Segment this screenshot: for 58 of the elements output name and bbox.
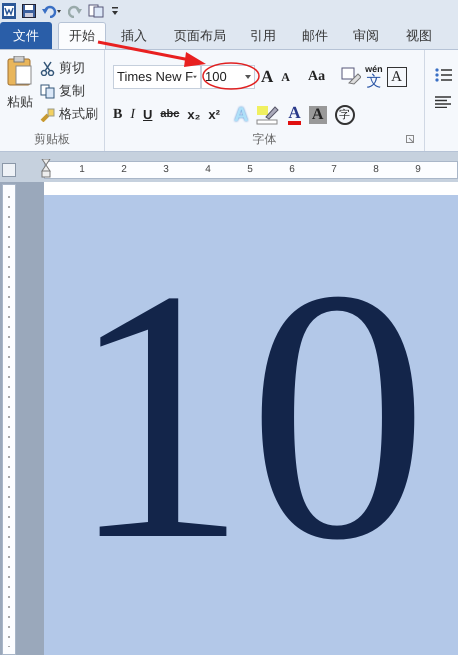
subscript-button[interactable]: x₂ xyxy=(187,104,200,124)
dropdown-caret-icon[interactable] xyxy=(193,74,197,79)
phonetic-guide-button[interactable]: wén 文 xyxy=(365,64,383,89)
strikethrough-button[interactable]: abc xyxy=(160,106,180,123)
scissors-icon[interactable] xyxy=(40,60,55,76)
ruler-number: 8 xyxy=(372,163,380,177)
dialog-launcher-icon[interactable] xyxy=(406,135,414,143)
tab-selector-button[interactable] xyxy=(2,162,16,176)
ruler-number: 9 xyxy=(414,163,422,177)
indent-marker-icon[interactable] xyxy=(41,158,51,178)
change-case-button[interactable]: Aa xyxy=(306,66,328,88)
annotation-ellipse xyxy=(202,62,260,90)
enclose-characters-button[interactable]: 字 xyxy=(334,104,355,124)
ruler-number: 3 xyxy=(162,163,170,177)
word-logo-icon[interactable] xyxy=(2,3,16,19)
ruler-number: 2 xyxy=(120,163,128,177)
ribbon-tab[interactable]: 引用 xyxy=(238,22,288,49)
underline-button[interactable]: U xyxy=(143,104,152,124)
clear-formatting-icon[interactable] xyxy=(341,66,362,87)
font-name-field[interactable]: Times New F xyxy=(113,64,201,89)
font-size-field[interactable]: 100 xyxy=(201,64,255,89)
ruler-number: 5 xyxy=(246,163,254,177)
align-left-icon[interactable] xyxy=(435,96,451,108)
cut-button[interactable]: 剪切 xyxy=(40,58,98,78)
paste-button[interactable]: 粘贴 xyxy=(0,56,40,130)
ruler-number: 1 xyxy=(78,163,86,177)
ribbon-tab[interactable]: 邮件 xyxy=(288,22,342,49)
ribbon-tab[interactable]: 插入 xyxy=(106,22,162,49)
ruler-number: 4 xyxy=(204,163,212,177)
save-icon[interactable] xyxy=(22,4,36,18)
group-label: 字体 xyxy=(252,131,276,148)
bullet-list-icon[interactable] xyxy=(435,68,453,82)
file-tab[interactable]: 文件 xyxy=(0,22,52,49)
dropdown-caret-icon[interactable] xyxy=(245,74,251,79)
character-border-button[interactable]: A xyxy=(386,66,407,87)
copy-icon[interactable] xyxy=(40,84,55,98)
copy-button[interactable]: 复制 xyxy=(40,81,98,101)
italic-button[interactable]: I xyxy=(130,104,136,125)
group-label: 剪贴板 xyxy=(33,131,71,148)
ruler-number: 6 xyxy=(288,163,296,177)
ribbon-tab[interactable]: 视图 xyxy=(390,22,448,49)
highlighter-icon[interactable] xyxy=(256,104,280,124)
character-shading-button[interactable]: A xyxy=(308,106,327,124)
shrink-font-button[interactable]: A xyxy=(279,68,292,86)
ribbon-tab[interactable]: 开始 xyxy=(58,22,106,49)
superscript-button[interactable]: x² xyxy=(208,104,220,124)
ribbon-tab[interactable]: 审阅 xyxy=(342,22,390,49)
bold-button[interactable]: B xyxy=(113,104,122,125)
clipboard-icon[interactable] xyxy=(7,56,33,86)
undo-icon[interactable] xyxy=(42,4,62,18)
paintbrush-icon[interactable] xyxy=(40,106,55,122)
font-color-button[interactable]: A xyxy=(288,104,301,124)
ruler-number: 7 xyxy=(330,163,338,177)
document-text: 10 xyxy=(68,235,428,595)
format-painter-button[interactable]: 格式刷 xyxy=(40,104,98,124)
grow-font-button[interactable]: A xyxy=(259,64,276,90)
ribbon-tab[interactable]: 页面布局 xyxy=(162,22,238,49)
copy-document-icon[interactable] xyxy=(88,4,104,18)
